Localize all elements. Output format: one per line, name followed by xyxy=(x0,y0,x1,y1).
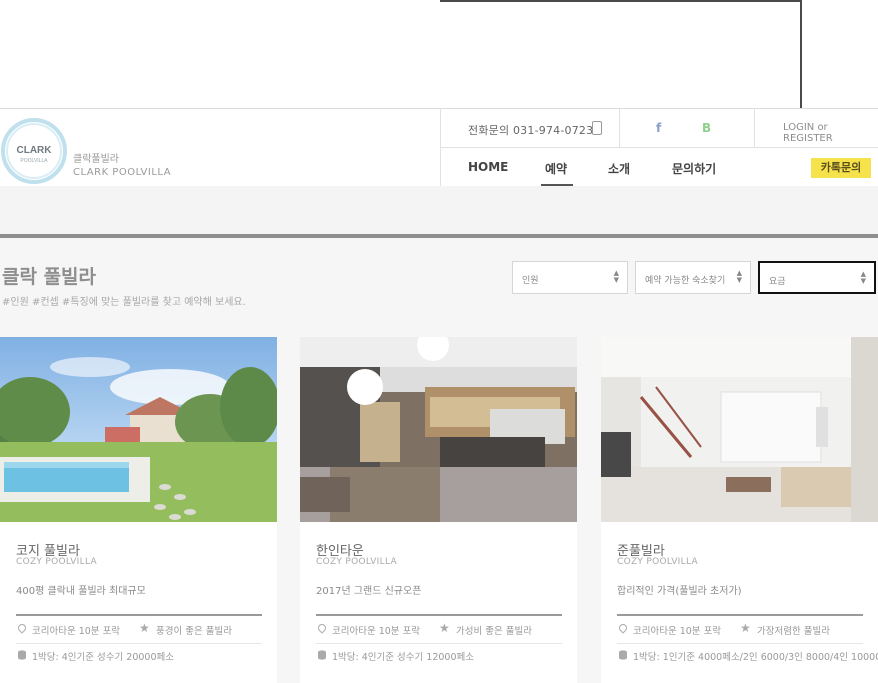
database-icon xyxy=(318,650,326,660)
divider xyxy=(440,147,878,148)
villa-description: 2017년 그랜드 신규오픈 xyxy=(316,586,422,597)
villa-photo[interactable] xyxy=(300,337,577,522)
login-register-link[interactable]: LOGIN or REGISTER xyxy=(783,122,878,144)
logo-name-ko: 클락풀빌라 xyxy=(73,154,119,165)
database-icon xyxy=(619,650,627,660)
villa-description: 합리적인 가격(풀빌라 초저가) xyxy=(617,586,742,597)
logo-circle-sub: POOLVILLA xyxy=(20,158,48,164)
logo[interactable]: CLARK POOLVILLA xyxy=(0,113,72,185)
nav-contact[interactable]: 문의하기 xyxy=(672,160,716,177)
villa-price: 1박당: 1인기준 4000페소/2인 6000/3인 8000/4인 1000… xyxy=(633,652,878,663)
villa-feature: 가성비 좋은 풀빌라 xyxy=(456,626,532,637)
villa-photo[interactable] xyxy=(601,337,878,522)
villa-photo[interactable] xyxy=(0,337,277,522)
villa-location: 코리아타운 10분 포락 xyxy=(32,626,121,637)
divider xyxy=(617,614,863,616)
villa-info-row: 코리아타운 10분 포락 ★ 가장저렴한 풀빌라 xyxy=(617,621,863,644)
nav-home[interactable]: HOME xyxy=(468,160,508,174)
up-down-caret-icon: ▲ ▼ xyxy=(736,269,742,284)
villa-price: 1박당: 4인기준 성수기 20000페소 xyxy=(32,652,174,663)
site-header: CLARK POOLVILLA 클락풀빌라 CLARK POOLVILLA 전화… xyxy=(0,108,878,187)
villa-name-en: COZY POOLVILLA xyxy=(16,557,97,567)
villa-price: 1박당: 4인기준 성수기 12000페소 xyxy=(332,652,474,663)
guests-select[interactable]: 인원 ▲ ▼ xyxy=(512,261,628,294)
gray-band xyxy=(0,186,878,234)
divider xyxy=(754,109,755,147)
villa-name-en: COZY POOLVILLA xyxy=(316,557,397,567)
price-select[interactable]: 요금 ▲ ▼ xyxy=(758,261,876,294)
facebook-icon[interactable]: f xyxy=(656,121,661,135)
database-icon xyxy=(18,650,26,660)
villa-name-en: COZY POOLVILLA xyxy=(617,557,698,567)
logo-name-en: CLARK POOLVILLA xyxy=(73,167,172,178)
logo-circle-icon: CLARK POOLVILLA xyxy=(1,118,67,184)
select-label: 인원 xyxy=(522,276,539,286)
villa-card[interactable]: 한인타운 COZY POOLVILLA 2017년 그랜드 신규오픈 코리아타운… xyxy=(300,337,577,683)
star-icon: ★ xyxy=(740,621,751,635)
villa-location: 코리아타운 10분 포락 xyxy=(633,626,722,637)
villa-feature: 풍경이 좋은 풀빌라 xyxy=(156,626,232,637)
logo-text[interactable]: 클락풀빌라 CLARK POOLVILLA xyxy=(73,153,171,179)
divider xyxy=(16,614,262,616)
villa-info-row: 코리아타운 10분 포락 ★ 가성비 좋은 풀빌라 xyxy=(316,621,562,644)
divider xyxy=(440,109,441,187)
section-subtitle: #인원 #컨셉 #특징에 맞는 풀빌라를 찾고 예약해 보세요. xyxy=(2,297,246,308)
select-label: 요금 xyxy=(769,277,786,287)
divider xyxy=(619,109,620,147)
select-label: 예약 가능한 숙소찾기 xyxy=(645,276,726,286)
villa-card[interactable]: 코지 풀빌라 COZY POOLVILLA 400평 클락내 풀빌라 최대규모 … xyxy=(0,337,277,683)
nav-reservation[interactable]: 예약 xyxy=(545,160,567,177)
mobile-phone-icon xyxy=(592,121,602,135)
availability-select[interactable]: 예약 가능한 숙소찾기 ▲ ▼ xyxy=(635,261,751,294)
villa-info-row: 코리아타운 10분 포락 ★ 풍경이 좋은 풀빌라 xyxy=(16,621,262,644)
villa-description: 400평 클락내 풀빌라 최대규모 xyxy=(16,586,146,597)
annotation-line-horizontal xyxy=(440,0,802,2)
nav-about[interactable]: 소개 xyxy=(608,160,630,177)
section-title: 클락 풀빌라 xyxy=(2,266,97,288)
villa-card[interactable]: 준풀빌라 COZY POOLVILLA 합리적인 가격(풀빌라 초저가) 코리아… xyxy=(601,337,878,683)
divider xyxy=(316,614,562,616)
star-icon: ★ xyxy=(439,621,450,635)
logo-circle-main: CLARK xyxy=(17,145,53,156)
up-down-caret-icon: ▲ ▼ xyxy=(613,269,619,284)
map-pin-icon xyxy=(16,622,28,634)
map-pin-icon xyxy=(316,622,328,634)
blog-icon[interactable]: B xyxy=(702,121,711,135)
phone-number[interactable]: 전화문의 031-974-0723 xyxy=(468,122,593,138)
map-pin-icon xyxy=(617,622,629,634)
up-down-caret-icon: ▲ ▼ xyxy=(860,270,866,285)
kakao-inquiry-button[interactable]: 카톡문의 xyxy=(811,158,871,178)
villa-feature: 가장저렴한 풀빌라 xyxy=(757,626,830,637)
villa-location: 코리아타운 10분 포락 xyxy=(332,626,421,637)
star-icon: ★ xyxy=(139,621,150,635)
